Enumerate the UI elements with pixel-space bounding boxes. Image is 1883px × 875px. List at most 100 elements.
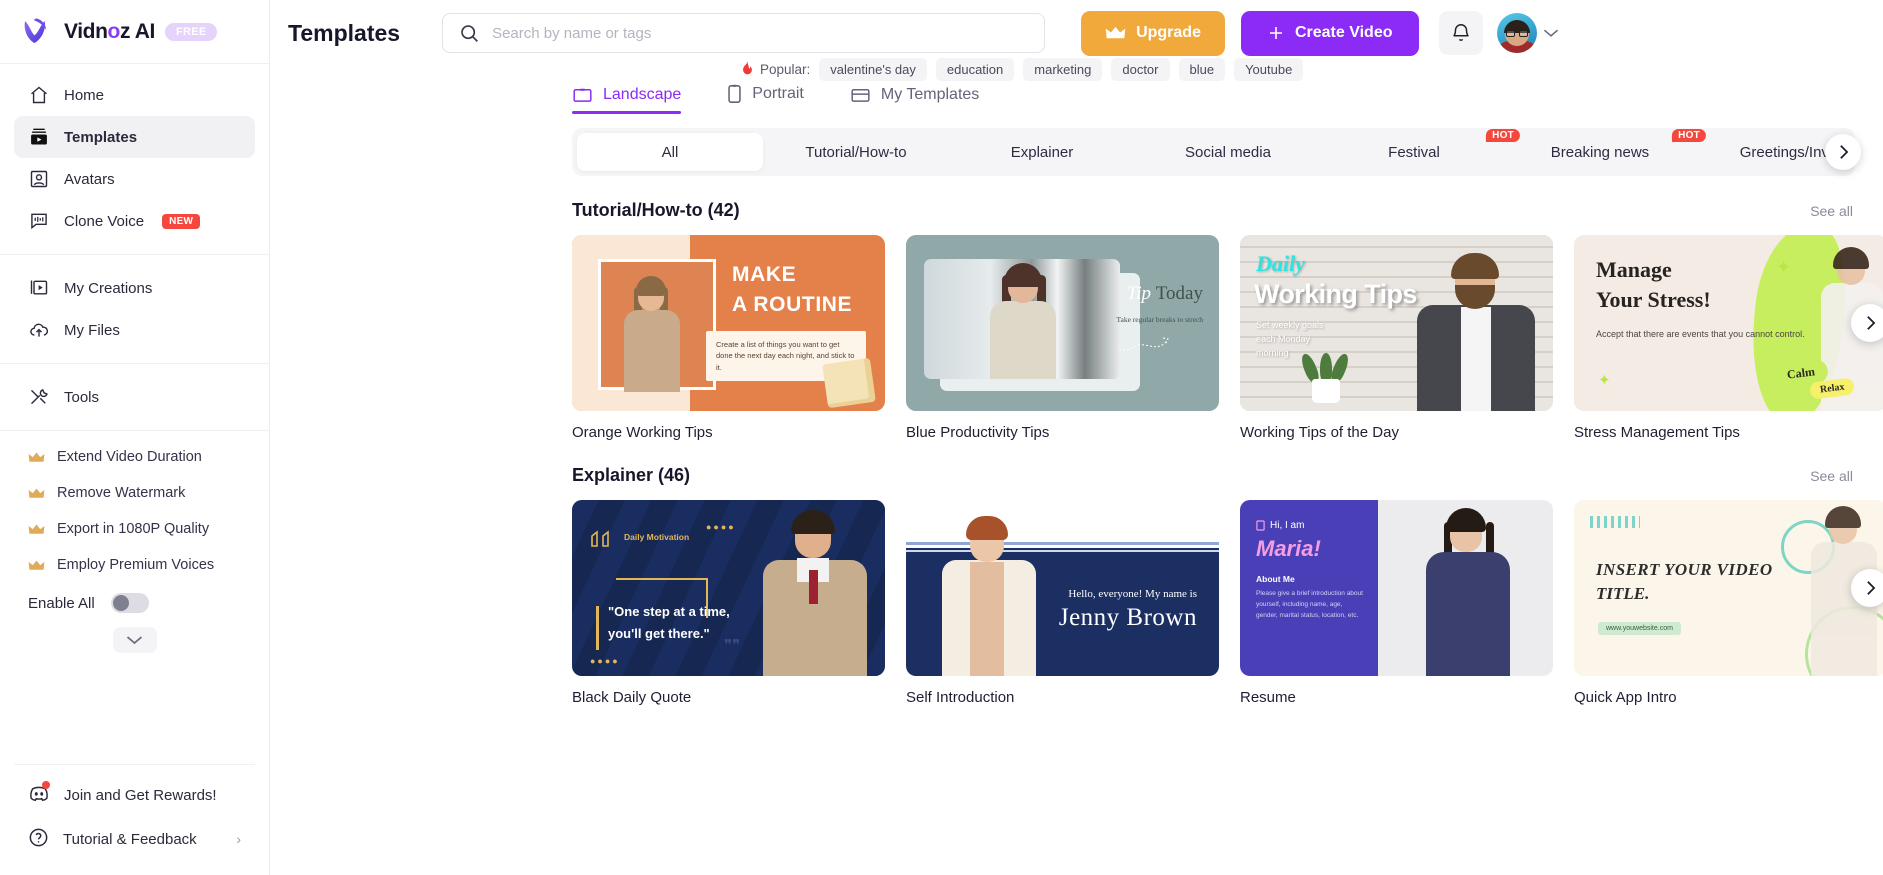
user-menu[interactable] bbox=[1496, 13, 1559, 53]
sidebar-item-avatars[interactable]: Avatars bbox=[14, 158, 255, 200]
tag-valentines-day[interactable]: valentine's day bbox=[819, 57, 927, 81]
expand-promos-button[interactable] bbox=[112, 627, 157, 653]
promo-label: Extend Video Duration bbox=[57, 449, 202, 465]
promo-premium-voices[interactable]: Employ Premium Voices bbox=[14, 547, 255, 583]
app-root: Vidnoz AI FREE Home Templates Avatars Cl… bbox=[0, 0, 1883, 875]
template-card[interactable]: Manage Your Stress! Accept that there ar… bbox=[1574, 235, 1883, 441]
category-social-media[interactable]: Social media bbox=[1135, 133, 1321, 171]
carousel-next-button[interactable] bbox=[1851, 569, 1883, 607]
flame-icon bbox=[743, 61, 752, 75]
category-explainer[interactable]: Explainer bbox=[949, 133, 1135, 171]
card-icon bbox=[1256, 520, 1265, 531]
thumb-url: www.youwebsite.com bbox=[1598, 622, 1681, 635]
section-header: Explainer (46) See all bbox=[572, 465, 1883, 486]
tab-landscape[interactable]: Landscape bbox=[572, 86, 682, 114]
category-scroller[interactable]: All Tutorial/How-to Explainer Social med… bbox=[572, 128, 1855, 176]
landscape-icon bbox=[573, 88, 592, 102]
tag-doctor[interactable]: doctor bbox=[1111, 57, 1170, 81]
sidebar-item-home[interactable]: Home bbox=[14, 74, 255, 116]
main-content: Templates Upgrade Create Video bbox=[270, 0, 1883, 875]
category-festival[interactable]: Festival HOT bbox=[1321, 129, 1520, 171]
divider bbox=[0, 430, 269, 431]
category-all[interactable]: All bbox=[577, 133, 763, 171]
template-name: Orange Working Tips bbox=[572, 424, 713, 441]
notifications-button[interactable] bbox=[1438, 11, 1483, 55]
template-card[interactable]: Daily Working Tips Set weekly goals each… bbox=[1240, 235, 1553, 441]
sidebar-item-label: Avatars bbox=[64, 170, 115, 188]
template-thumbnail: Daily Motivation ●●●● "One step at a tim… bbox=[572, 500, 885, 676]
tag-marketing[interactable]: marketing bbox=[1023, 57, 1103, 81]
portrait-icon bbox=[728, 84, 742, 103]
thumb-headline: Jenny Brown bbox=[1058, 604, 1197, 631]
template-card[interactable]: INSERT YOUR VIDEO TITLE. www.youwebsite.… bbox=[1574, 500, 1883, 706]
sidebar-item-label: Tools bbox=[64, 388, 100, 406]
crown-icon bbox=[28, 560, 45, 570]
templates-icon bbox=[28, 126, 50, 148]
avatar bbox=[1496, 13, 1537, 53]
template-name: Stress Management Tips bbox=[1574, 424, 1740, 441]
template-card[interactable]: MAKE A ROUTINE Create a list of things y… bbox=[572, 235, 885, 441]
sidebar: Vidnoz AI FREE Home Templates Avatars Cl… bbox=[0, 0, 270, 875]
section-tutorial-how-to: Tutorial/How-to (42) See all MAKE A ROUT… bbox=[572, 200, 1883, 441]
sidebar-item-join-rewards[interactable]: Join and Get Rewards! bbox=[14, 773, 255, 817]
tab-portrait[interactable]: Portrait bbox=[727, 84, 804, 114]
search-input[interactable] bbox=[492, 24, 1029, 42]
crown-icon bbox=[28, 488, 45, 498]
thumb-headline-2: TITLE. bbox=[1596, 584, 1650, 603]
thumb-dots: ●●●● bbox=[590, 656, 620, 666]
tag-youtube[interactable]: Youtube bbox=[1234, 57, 1304, 81]
sidebar-item-my-creations[interactable]: My Creations bbox=[14, 267, 255, 309]
template-card[interactable]: Tip Today Take regular breaks to strech … bbox=[906, 235, 1219, 441]
avatar-icon bbox=[28, 168, 50, 190]
top-bar: Templates Upgrade Create Video bbox=[270, 0, 1883, 56]
brand-header[interactable]: Vidnoz AI FREE bbox=[0, 0, 269, 64]
sidebar-item-my-files[interactable]: My Files bbox=[14, 309, 255, 351]
search-icon bbox=[461, 24, 479, 42]
thumb-subtext: Take regular breaks to strech bbox=[1116, 315, 1203, 324]
tag-blue[interactable]: blue bbox=[1178, 57, 1226, 81]
sidebar-item-tutorial-feedback[interactable]: Tutorial & Feedback › bbox=[14, 817, 255, 861]
tag-education[interactable]: education bbox=[935, 57, 1015, 81]
promo-remove-watermark[interactable]: Remove Watermark bbox=[14, 475, 255, 511]
create-video-button[interactable]: Create Video bbox=[1240, 10, 1419, 56]
avatar-glasses bbox=[1505, 30, 1528, 37]
sidebar-item-tools[interactable]: Tools bbox=[14, 376, 255, 418]
template-thumbnail: Daily Working Tips Set weekly goals each… bbox=[1240, 235, 1553, 411]
enable-all-toggle[interactable] bbox=[110, 593, 149, 613]
sidebar-nav-secondary: My Creations My Files bbox=[0, 257, 269, 361]
sidebar-footer: Join and Get Rewards! Tutorial & Feedbac… bbox=[0, 754, 269, 875]
sidebar-item-clone-voice[interactable]: Clone Voice NEW bbox=[14, 200, 255, 242]
chevron-right-icon: › bbox=[236, 831, 241, 847]
promo-extend-video-duration[interactable]: Extend Video Duration bbox=[14, 439, 255, 475]
popular-label: Popular: bbox=[760, 61, 811, 77]
category-breaking-news[interactable]: Breaking news HOT bbox=[1507, 129, 1706, 171]
promo-label: Employ Premium Voices bbox=[57, 557, 215, 573]
template-card[interactable]: Hello, everyone! My name is Jenny Brown … bbox=[906, 500, 1219, 706]
category-next-button[interactable] bbox=[1825, 134, 1861, 170]
promo-export-1080p[interactable]: Export in 1080P Quality bbox=[14, 511, 255, 547]
template-name: Black Daily Quote bbox=[572, 689, 692, 706]
sidebar-item-templates[interactable]: Templates bbox=[14, 116, 255, 158]
chevron-right-icon bbox=[1866, 581, 1875, 595]
search-bar[interactable] bbox=[442, 13, 1046, 53]
template-card[interactable]: Daily Motivation ●●●● "One step at a tim… bbox=[572, 500, 885, 706]
divider bbox=[14, 764, 255, 765]
category-tutorial-how-to[interactable]: Tutorial/How-to bbox=[763, 133, 949, 171]
see-all-link[interactable]: See all bbox=[1810, 203, 1853, 219]
vidnoz-logo-icon bbox=[24, 17, 47, 43]
enable-all-row: Enable All bbox=[14, 583, 255, 623]
upgrade-button[interactable]: Upgrade bbox=[1081, 10, 1225, 56]
see-all-link[interactable]: See all bbox=[1810, 468, 1853, 484]
template-name: Quick App Intro bbox=[1574, 689, 1677, 706]
template-thumbnail: Tip Today Take regular breaks to strech bbox=[906, 235, 1219, 411]
tab-my-templates[interactable]: My Templates bbox=[850, 86, 979, 114]
my-creations-icon bbox=[28, 277, 50, 299]
carousel-next-button[interactable] bbox=[1851, 304, 1883, 342]
thumb-headline-1: Manage bbox=[1596, 257, 1672, 282]
voice-icon bbox=[28, 210, 50, 232]
divider bbox=[0, 363, 269, 364]
thumb-headline: Tip Today bbox=[1126, 283, 1203, 304]
template-card[interactable]: Hi, I am Maria! About Me Please give a b… bbox=[1240, 500, 1553, 706]
home-icon bbox=[28, 84, 50, 106]
popular-label-wrap: Popular: bbox=[741, 61, 810, 77]
